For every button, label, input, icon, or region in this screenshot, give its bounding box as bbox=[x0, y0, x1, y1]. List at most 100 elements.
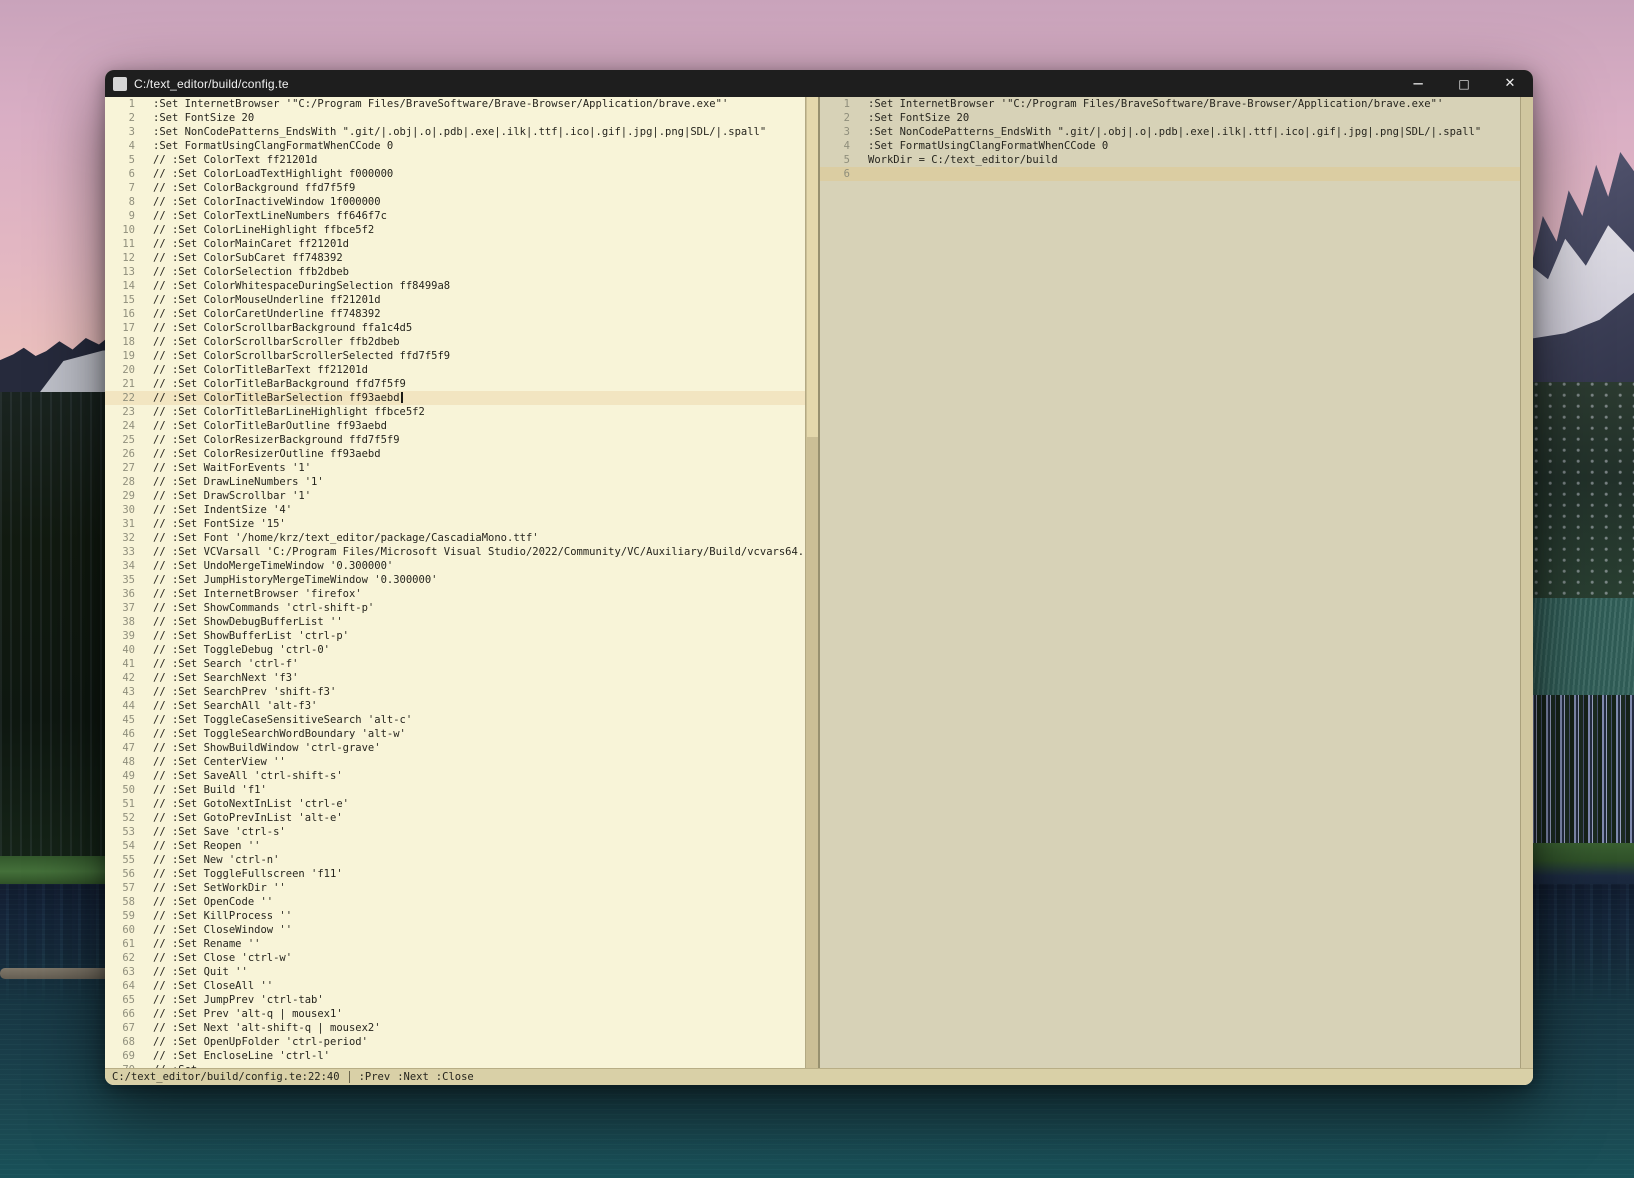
code-line[interactable]: 67// :Set Next 'alt-shift-q | mousex2' bbox=[105, 1021, 805, 1035]
line-text: // :Set New 'ctrl-n' bbox=[135, 853, 279, 867]
code-line[interactable]: 38// :Set ShowDebugBufferList '' bbox=[105, 615, 805, 629]
code-line[interactable]: 11// :Set ColorMainCaret ff21201d bbox=[105, 237, 805, 251]
code-line[interactable]: 30// :Set IndentSize '4' bbox=[105, 503, 805, 517]
code-line[interactable]: 68// :Set OpenUpFolder 'ctrl-period' bbox=[105, 1035, 805, 1049]
code-line[interactable]: 24// :Set ColorTitleBarOutline ff93aebd bbox=[105, 419, 805, 433]
code-line[interactable]: 66// :Set Prev 'alt-q | mousex1' bbox=[105, 1007, 805, 1021]
code-line[interactable]: 5WorkDir = C:/text_editor/build bbox=[820, 153, 1533, 167]
code-line[interactable]: 70// :Set bbox=[105, 1063, 805, 1068]
code-line[interactable]: 57// :Set SetWorkDir '' bbox=[105, 881, 805, 895]
code-line[interactable]: 28// :Set DrawLineNumbers '1' bbox=[105, 475, 805, 489]
code-line[interactable]: 52// :Set GotoPrevInList 'alt-e' bbox=[105, 811, 805, 825]
line-number: 1 bbox=[820, 97, 850, 111]
code-line[interactable]: 65// :Set JumpPrev 'ctrl-tab' bbox=[105, 993, 805, 1007]
code-line[interactable]: 16// :Set ColorCaretUnderline ff748392 bbox=[105, 307, 805, 321]
code-line[interactable]: 45// :Set ToggleCaseSensitiveSearch 'alt… bbox=[105, 713, 805, 727]
code-line[interactable]: 6// :Set ColorLoadTextHighlight f000000 bbox=[105, 167, 805, 181]
maximize-button[interactable]: □ bbox=[1441, 70, 1487, 97]
code-line[interactable]: 53// :Set Save 'ctrl-s' bbox=[105, 825, 805, 839]
scrollbar-left[interactable] bbox=[805, 97, 818, 1068]
line-number: 68 bbox=[105, 1035, 135, 1049]
code-line[interactable]: 2:Set FontSize 20 bbox=[820, 111, 1533, 125]
code-line[interactable]: 59// :Set KillProcess '' bbox=[105, 909, 805, 923]
status-command-close[interactable]: :Close bbox=[436, 1071, 474, 1083]
code-line[interactable]: 27// :Set WaitForEvents '1' bbox=[105, 461, 805, 475]
code-line[interactable]: 10// :Set ColorLineHighlight ffbce5f2 bbox=[105, 223, 805, 237]
code-line[interactable]: 6 bbox=[820, 167, 1533, 181]
code-line[interactable]: 12// :Set ColorSubCaret ff748392 bbox=[105, 251, 805, 265]
code-line[interactable]: 21// :Set ColorTitleBarBackground ffd7f5… bbox=[105, 377, 805, 391]
code-line[interactable]: 15// :Set ColorMouseUnderline ff21201d bbox=[105, 293, 805, 307]
code-line[interactable]: 49// :Set SaveAll 'ctrl-shift-s' bbox=[105, 769, 805, 783]
code-line[interactable]: 29// :Set DrawScrollbar '1' bbox=[105, 489, 805, 503]
code-line[interactable]: 23// :Set ColorTitleBarLineHighlight ffb… bbox=[105, 405, 805, 419]
code-line[interactable]: 4:Set FormatUsingClangFormatWhenCCode 0 bbox=[820, 139, 1533, 153]
code-line[interactable]: 69// :Set EncloseLine 'ctrl-l' bbox=[105, 1049, 805, 1063]
code-line[interactable]: 64// :Set CloseAll '' bbox=[105, 979, 805, 993]
code-line[interactable]: 62// :Set Close 'ctrl-w' bbox=[105, 951, 805, 965]
code-line[interactable]: 25// :Set ColorResizerBackground ffd7f5f… bbox=[105, 433, 805, 447]
line-number: 9 bbox=[105, 209, 135, 223]
code-line[interactable]: 18// :Set ColorScrollbarScroller ffb2dbe… bbox=[105, 335, 805, 349]
code-line[interactable]: 50// :Set Build 'f1' bbox=[105, 783, 805, 797]
code-line[interactable]: 3:Set NonCodePatterns_EndsWith ".git/|.o… bbox=[105, 125, 805, 139]
code-line[interactable]: 26// :Set ColorResizerOutline ff93aebd bbox=[105, 447, 805, 461]
line-text: // :Set ToggleSearchWordBoundary 'alt-w' bbox=[135, 727, 406, 741]
code-line[interactable]: 55// :Set New 'ctrl-n' bbox=[105, 853, 805, 867]
code-line[interactable]: 14// :Set ColorWhitespaceDuringSelection… bbox=[105, 279, 805, 293]
code-line[interactable]: 48// :Set CenterView '' bbox=[105, 755, 805, 769]
scrollbar-right[interactable] bbox=[1520, 97, 1533, 1068]
code-line[interactable]: 61// :Set Rename '' bbox=[105, 937, 805, 951]
code-line[interactable]: 20// :Set ColorTitleBarText ff21201d bbox=[105, 363, 805, 377]
code-line[interactable]: 13// :Set ColorSelection ffb2dbeb bbox=[105, 265, 805, 279]
code-line[interactable]: 37// :Set ShowCommands 'ctrl-shift-p' bbox=[105, 601, 805, 615]
code-line[interactable]: 3:Set NonCodePatterns_EndsWith ".git/|.o… bbox=[820, 125, 1533, 139]
editor-pane-active[interactable]: 1:Set InternetBrowser '"C:/Program Files… bbox=[105, 97, 805, 1068]
code-line[interactable]: 60// :Set CloseWindow '' bbox=[105, 923, 805, 937]
code-line[interactable]: 47// :Set ShowBuildWindow 'ctrl-grave' bbox=[105, 741, 805, 755]
code-line[interactable]: 63// :Set Quit '' bbox=[105, 965, 805, 979]
editor-pane-inactive[interactable]: 1:Set InternetBrowser '"C:/Program Files… bbox=[820, 97, 1533, 1068]
code-line[interactable]: 46// :Set ToggleSearchWordBoundary 'alt-… bbox=[105, 727, 805, 741]
code-line[interactable]: 42// :Set SearchNext 'f3' bbox=[105, 671, 805, 685]
line-number: 64 bbox=[105, 979, 135, 993]
code-line[interactable]: 56// :Set ToggleFullscreen 'f11' bbox=[105, 867, 805, 881]
line-number: 38 bbox=[105, 615, 135, 629]
code-line[interactable]: 31// :Set FontSize '15' bbox=[105, 517, 805, 531]
code-line[interactable]: 58// :Set OpenCode '' bbox=[105, 895, 805, 909]
code-line[interactable]: 2:Set FontSize 20 bbox=[105, 111, 805, 125]
status-command-prev[interactable]: :Prev bbox=[359, 1071, 391, 1083]
code-line[interactable]: 1:Set InternetBrowser '"C:/Program Files… bbox=[105, 97, 805, 111]
code-line[interactable]: 7// :Set ColorBackground ffd7f5f9 bbox=[105, 181, 805, 195]
code-line[interactable]: 5// :Set ColorText ff21201d bbox=[105, 153, 805, 167]
code-line[interactable]: 8// :Set ColorInactiveWindow 1f000000 bbox=[105, 195, 805, 209]
code-line[interactable]: 51// :Set GotoNextInList 'ctrl-e' bbox=[105, 797, 805, 811]
line-number: 69 bbox=[105, 1049, 135, 1063]
line-number: 70 bbox=[105, 1063, 135, 1068]
line-number: 37 bbox=[105, 601, 135, 615]
code-line[interactable]: 17// :Set ColorScrollbarBackground ffa1c… bbox=[105, 321, 805, 335]
code-line[interactable]: 39// :Set ShowBufferList 'ctrl-p' bbox=[105, 629, 805, 643]
code-line[interactable]: 19// :Set ColorScrollbarScrollerSelected… bbox=[105, 349, 805, 363]
code-line[interactable]: 1:Set InternetBrowser '"C:/Program Files… bbox=[820, 97, 1533, 111]
line-text: // :Set ColorBackground ffd7f5f9 bbox=[135, 181, 355, 195]
code-line[interactable]: 41// :Set Search 'ctrl-f' bbox=[105, 657, 805, 671]
line-text: // :Set SetWorkDir '' bbox=[135, 881, 286, 895]
code-line[interactable]: 36// :Set InternetBrowser 'firefox' bbox=[105, 587, 805, 601]
code-line[interactable]: 35// :Set JumpHistoryMergeTimeWindow '0.… bbox=[105, 573, 805, 587]
code-line[interactable]: 44// :Set SearchAll 'alt-f3' bbox=[105, 699, 805, 713]
code-line[interactable]: 9// :Set ColorTextLineNumbers ff646f7c bbox=[105, 209, 805, 223]
code-line[interactable]: 43// :Set SearchPrev 'shift-f3' bbox=[105, 685, 805, 699]
close-button[interactable]: ✕ bbox=[1487, 70, 1533, 97]
code-line[interactable]: 32// :Set Font '/home/krz/text_editor/pa… bbox=[105, 531, 805, 545]
code-line[interactable]: 33// :Set VCVarsall 'C:/Program Files/Mi… bbox=[105, 545, 805, 559]
code-line[interactable]: 54// :Set Reopen '' bbox=[105, 839, 805, 853]
code-line[interactable]: 40// :Set ToggleDebug 'ctrl-0' bbox=[105, 643, 805, 657]
code-line[interactable]: 4:Set FormatUsingClangFormatWhenCCode 0 bbox=[105, 139, 805, 153]
scrollbar-thumb[interactable] bbox=[807, 97, 818, 437]
minimize-button[interactable]: ─ bbox=[1395, 70, 1441, 97]
code-line[interactable]: 22// :Set ColorTitleBarSelection ff93aeb… bbox=[105, 391, 805, 405]
status-command-next[interactable]: :Next bbox=[397, 1071, 429, 1083]
titlebar[interactable]: C:/text_editor/build/config.te ─ □ ✕ bbox=[105, 70, 1533, 97]
code-line[interactable]: 34// :Set UndoMergeTimeWindow '0.300000' bbox=[105, 559, 805, 573]
